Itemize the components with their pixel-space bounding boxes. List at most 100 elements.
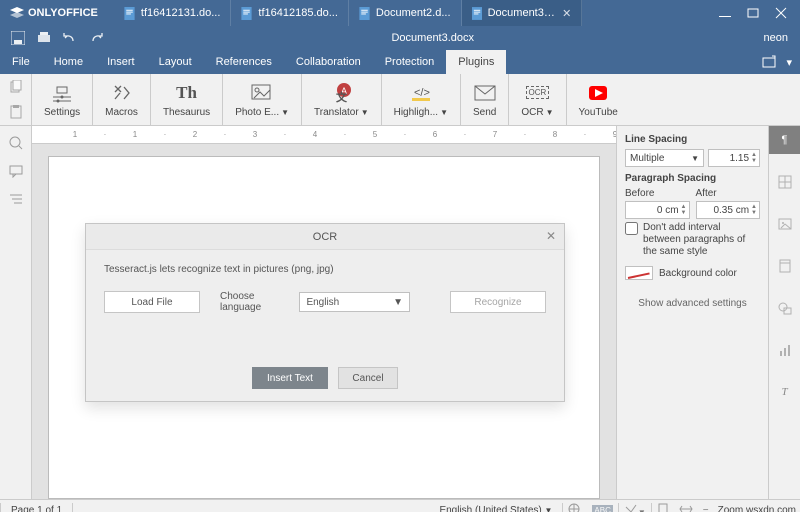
right-rail: ¶ T: [768, 126, 800, 499]
chevron-down-icon: ▼: [546, 108, 554, 117]
youtube-icon: [589, 86, 607, 100]
svg-text:文: 文: [336, 90, 348, 103]
user-label[interactable]: neon: [752, 32, 800, 44]
language-indicator[interactable]: English (United States) ▼: [429, 505, 562, 512]
close-icon[interactable]: ✕: [562, 7, 570, 20]
print-icon[interactable]: [36, 30, 52, 46]
save-icon[interactable]: [10, 30, 26, 46]
dialog-titlebar[interactable]: OCR ✕: [86, 224, 564, 250]
no-interval-checkbox[interactable]: [625, 222, 638, 235]
choose-language-label: Choose language: [220, 291, 291, 313]
close-button[interactable]: [770, 4, 792, 22]
plugin-thesaurus[interactable]: Th Thesaurus: [151, 74, 223, 125]
track-changes-icon[interactable]: ▼: [619, 503, 651, 512]
spacing-after[interactable]: 0.35 cm▲▼: [696, 201, 761, 219]
line-spacing-value[interactable]: 1.15▲▼: [708, 149, 760, 167]
background-color-label: Background color: [659, 268, 737, 279]
search-icon[interactable]: [9, 136, 23, 150]
doc-tab[interactable]: tf16412185.do...: [231, 0, 349, 26]
ocr-dialog: OCR ✕ Tesseract.js lets recognize text i…: [85, 223, 565, 402]
plugin-macros[interactable]: Macros: [93, 74, 151, 125]
doc-tab-active[interactable]: Document3.d... ✕: [462, 0, 582, 26]
textart-settings-icon[interactable]: T: [769, 378, 800, 406]
chevron-down-icon: ▼: [281, 108, 289, 117]
document-area: 1·1·2·3·4·5·6·7·8·9·10·11·12·13·14·15·16…: [32, 126, 616, 499]
status-bar: Page 1 of 1 English (United States) ▼ AB…: [0, 499, 800, 512]
menu-home[interactable]: Home: [42, 50, 95, 74]
page-canvas[interactable]: OCR ✕ Tesseract.js lets recognize text i…: [48, 156, 600, 499]
redo-icon[interactable]: [88, 30, 104, 46]
before-label: Before: [625, 188, 690, 199]
show-advanced-link[interactable]: Show advanced settings: [625, 298, 760, 309]
document-tabs: tf16412131.do... tf16412185.do... Docume…: [114, 0, 582, 26]
background-color-swatch[interactable]: [625, 266, 653, 280]
load-file-button[interactable]: Load File: [104, 291, 200, 313]
dialog-title: OCR: [313, 231, 337, 243]
minimize-button[interactable]: [714, 4, 736, 22]
menu-protection[interactable]: Protection: [373, 50, 447, 74]
page-indicator[interactable]: Page 1 of 1: [1, 505, 72, 512]
recognize-button[interactable]: Recognize: [450, 291, 546, 313]
menu-file[interactable]: File: [0, 50, 42, 74]
plugin-photo-editor[interactable]: Photo E...▼: [223, 74, 302, 125]
no-interval-label: Don't add interval between paragraphs of…: [643, 222, 760, 258]
maximize-button[interactable]: [742, 4, 764, 22]
plugin-send[interactable]: Send: [461, 74, 509, 125]
plugin-translator[interactable]: A文 Translator▼: [302, 74, 382, 125]
body: 1·1·2·3·4·5·6·7·8·9·10·11·12·13·14·15·16…: [0, 126, 800, 499]
dialog-description: Tesseract.js lets recognize text in pict…: [104, 264, 546, 275]
plugin-highlight[interactable]: </> Highligh...▼: [382, 74, 461, 125]
spacing-before[interactable]: 0 cm▲▼: [625, 201, 690, 219]
zoom-out-icon[interactable]: −: [698, 505, 714, 512]
image-settings-icon[interactable]: [769, 210, 800, 238]
left-rail: [0, 126, 32, 499]
menu-bar: File Home Insert Layout References Colla…: [0, 50, 800, 74]
chevron-down-icon: ▼: [393, 297, 403, 308]
shape-settings-icon[interactable]: [769, 294, 800, 322]
open-location-icon[interactable]: [762, 55, 776, 69]
docinfo-icon[interactable]: ABC: [587, 505, 617, 512]
chevron-down-icon: ▼: [691, 154, 699, 163]
undo-icon[interactable]: [62, 30, 78, 46]
close-icon[interactable]: ✕: [546, 229, 556, 243]
table-settings-icon[interactable]: [769, 168, 800, 196]
menu-collaboration[interactable]: Collaboration: [284, 50, 373, 74]
menu-insert[interactable]: Insert: [95, 50, 147, 74]
brand-label: ONLYOFFICE: [28, 7, 98, 19]
headings-icon[interactable]: [9, 192, 23, 206]
paste-icon[interactable]: [9, 105, 23, 119]
plugin-youtube[interactable]: YouTube: [567, 74, 630, 125]
fit-width-icon[interactable]: [674, 504, 698, 512]
chevron-down-icon: ▼: [440, 108, 448, 117]
plugin-settings[interactable]: Settings: [32, 74, 93, 125]
quick-access-bar: Document3.docx neon: [0, 26, 800, 50]
doc-tab[interactable]: Document2.d...: [349, 0, 462, 26]
chart-settings-icon[interactable]: [769, 336, 800, 364]
menu-plugins[interactable]: Plugins: [446, 50, 506, 74]
brand: ONLYOFFICE: [0, 7, 108, 19]
window-controls: [706, 4, 800, 22]
menu-references[interactable]: References: [204, 50, 284, 74]
doc-tab[interactable]: tf16412131.do...: [114, 0, 232, 26]
document-title: Document3.docx: [114, 32, 752, 44]
cancel-button[interactable]: Cancel: [338, 367, 398, 389]
right-panel: Line Spacing Multiple▼ 1.15▲▼ Paragraph …: [616, 126, 768, 499]
insert-text-button[interactable]: Insert Text: [252, 367, 328, 389]
title-bar: ONLYOFFICE tf16412131.do... tf16412185.d…: [0, 0, 800, 26]
copy-icon[interactable]: [9, 80, 23, 94]
header-footer-icon[interactable]: [769, 252, 800, 280]
chevron-down-icon[interactable]: ▾: [786, 56, 792, 69]
menu-layout[interactable]: Layout: [147, 50, 204, 74]
spellcheck-icon[interactable]: [563, 503, 587, 512]
language-select[interactable]: English▼: [299, 292, 410, 312]
comments-icon[interactable]: [9, 164, 23, 178]
svg-text:</>: </>: [414, 87, 430, 99]
line-spacing-mode[interactable]: Multiple▼: [625, 149, 704, 167]
zoom-indicator[interactable]: Zoom wsxdn.com: [714, 505, 800, 512]
paragraph-spacing-title: Paragraph Spacing: [625, 173, 760, 184]
fit-page-icon[interactable]: [652, 503, 674, 512]
horizontal-ruler[interactable]: 1·1·2·3·4·5·6·7·8·9·10·11·12·13·14·15·16: [32, 126, 616, 144]
paragraph-settings-icon[interactable]: ¶: [769, 126, 800, 154]
chevron-down-icon: ▼: [361, 108, 369, 117]
plugin-ocr[interactable]: OCR OCR▼: [509, 74, 566, 125]
